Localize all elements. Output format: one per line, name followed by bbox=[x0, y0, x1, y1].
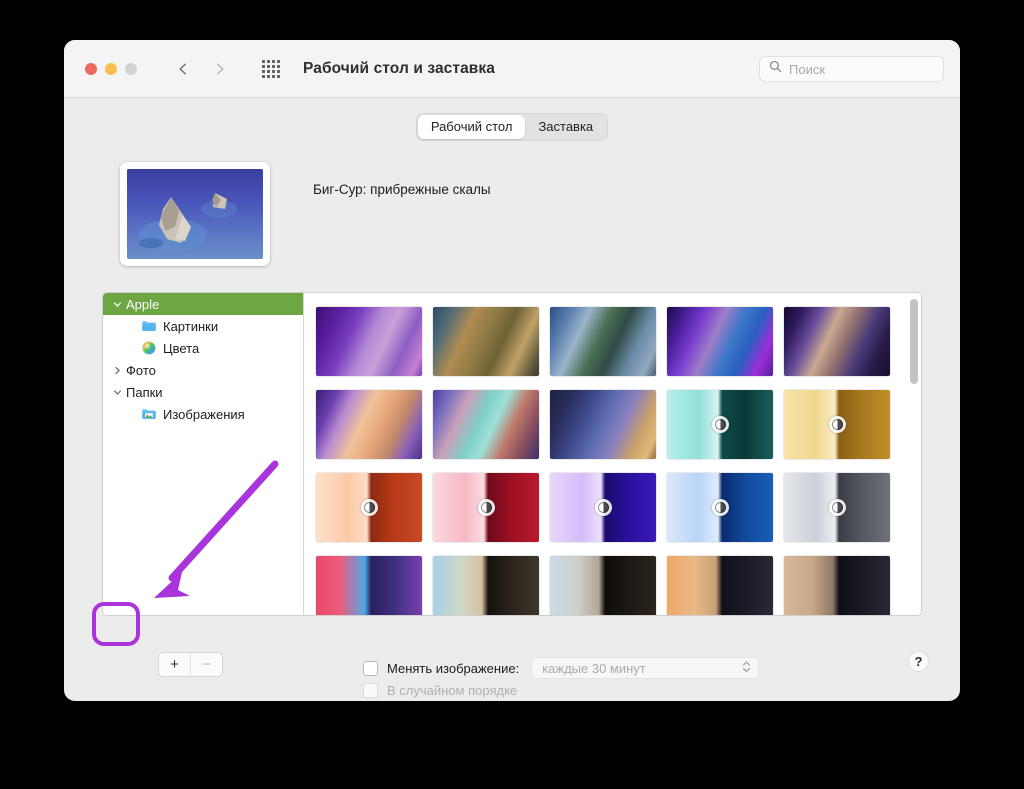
sidebar-item-label: Изображения bbox=[163, 406, 245, 422]
random-order-label: В случайном порядке bbox=[387, 682, 518, 698]
add-folder-button[interactable]: + bbox=[159, 653, 190, 676]
tab-bar: Рабочий стол Заставка bbox=[64, 98, 960, 155]
tab-desktop[interactable]: Рабочий стол bbox=[417, 114, 526, 139]
sidebar-item-images[interactable]: Изображения bbox=[103, 403, 303, 425]
wallpaper-thumbnail-big-sur-illustrated[interactable] bbox=[433, 390, 539, 459]
sidebar-item-apple[interactable]: Apple bbox=[103, 293, 303, 315]
wallpaper-thumbnail-monterey-graphic-purple[interactable] bbox=[316, 307, 422, 376]
navigation-arrows bbox=[176, 62, 227, 76]
dynamic-wallpaper-badge-icon bbox=[477, 499, 495, 516]
change-image-label: Менять изображение: bbox=[387, 660, 520, 676]
pictures-folder-icon bbox=[141, 406, 157, 422]
stepper-chevrons-icon bbox=[742, 659, 751, 677]
wallpaper-thumbnail-imac-green-dynamic[interactable] bbox=[667, 390, 773, 459]
interval-dropdown: каждые 30 минут bbox=[531, 657, 760, 679]
sidebar-item-folders[interactable]: Папки bbox=[103, 381, 303, 403]
color-wheel-icon bbox=[141, 340, 157, 356]
dynamic-wallpaper-badge-icon bbox=[360, 499, 378, 516]
wallpaper-grid bbox=[304, 293, 921, 615]
wallpaper-thumbnail-imac-silver-dynamic[interactable] bbox=[784, 473, 890, 542]
change-image-row: Менять изображение: каждые 30 минут bbox=[363, 657, 760, 679]
sidebar-item-colors[interactable]: Цвета bbox=[103, 337, 303, 359]
wallpaper-grid-container[interactable] bbox=[304, 293, 921, 615]
source-sidebar: Apple Картинки Цвета Фото Папки Изображе… bbox=[103, 293, 304, 615]
wallpaper-thumbnail-imac-blue-dynamic[interactable] bbox=[667, 473, 773, 542]
sidebar-item-label: Картинки bbox=[163, 318, 219, 334]
preview-image-big-sur-coastal-rocks bbox=[127, 169, 263, 259]
chevron-down-icon[interactable] bbox=[111, 300, 124, 309]
wallpaper-thumbnail-big-sur-graphic-sunrise[interactable] bbox=[316, 556, 422, 615]
wallpaper-thumbnail-big-sur-day-landscape[interactable] bbox=[433, 307, 539, 376]
wallpaper-thumbnail-catalina-coast[interactable] bbox=[550, 307, 656, 376]
dynamic-wallpaper-badge-icon bbox=[828, 416, 846, 433]
show-all-grid-icon[interactable] bbox=[262, 59, 280, 78]
dynamic-wallpaper-badge-icon bbox=[711, 416, 729, 433]
chevron-left-icon[interactable] bbox=[176, 62, 190, 76]
sidebar-item-pictures[interactable]: Картинки bbox=[103, 315, 303, 337]
wallpaper-options: Менять изображение: каждые 30 минут В сл… bbox=[363, 657, 760, 701]
segmented-control: Рабочий стол Заставка bbox=[415, 112, 609, 141]
current-wallpaper-preview: Биг-Сур: прибрежные скалы bbox=[120, 162, 491, 266]
dynamic-wallpaper-badge-icon bbox=[594, 499, 612, 516]
change-image-checkbox[interactable] bbox=[363, 660, 378, 676]
random-order-row: В случайном порядке bbox=[363, 679, 759, 701]
interval-value: каждые 30 минут bbox=[542, 660, 646, 676]
close-window-button[interactable] bbox=[85, 62, 97, 75]
preview-label: Биг-Сур: прибрежные скалы bbox=[313, 182, 491, 197]
window-titlebar: Рабочий стол и заставка Поиск bbox=[64, 40, 960, 98]
preview-frame[interactable] bbox=[120, 162, 270, 266]
page-title: Рабочий стол и заставка bbox=[303, 59, 496, 77]
wallpaper-thumbnail-white-sands-day[interactable] bbox=[433, 556, 539, 615]
sidebar-item-photos[interactable]: Фото bbox=[103, 359, 303, 381]
wallpaper-thumbnail-imac-red-dynamic[interactable] bbox=[433, 473, 539, 542]
traffic-lights bbox=[85, 62, 137, 75]
sidebar-item-label: Папки bbox=[126, 384, 163, 400]
wallpaper-thumbnail-imac-yellow-dynamic[interactable] bbox=[784, 390, 890, 459]
sidebar-item-label: Фото bbox=[126, 362, 156, 378]
scrollbar-thumb[interactable] bbox=[910, 299, 918, 384]
help-button[interactable]: ? bbox=[908, 651, 929, 672]
search-placeholder: Поиск bbox=[789, 61, 826, 77]
search-input[interactable]: Поиск bbox=[759, 56, 944, 82]
search-icon bbox=[769, 60, 782, 78]
chevron-right-icon[interactable] bbox=[111, 366, 124, 375]
sidebar-item-label: Apple bbox=[126, 296, 160, 312]
dynamic-wallpaper-badge-icon bbox=[711, 499, 729, 516]
chevron-right-icon[interactable] bbox=[213, 62, 227, 76]
sidebar-item-label: Цвета bbox=[163, 340, 200, 356]
wallpaper-thumbnail-monterey-mountain-night[interactable] bbox=[784, 556, 890, 615]
screen: Рабочий стол и заставка Поиск Рабочий ст… bbox=[0, 0, 1024, 789]
wallpaper-thumbnail-big-sur-dunes-evening[interactable] bbox=[667, 556, 773, 615]
wallpaper-browser-pane: Apple Картинки Цвета Фото Папки Изображе… bbox=[102, 292, 922, 616]
tab-screensaver[interactable]: Заставка bbox=[525, 115, 606, 139]
wallpaper-thumbnail-imac-orange-dynamic[interactable] bbox=[316, 473, 422, 542]
zoom-window-button bbox=[125, 62, 137, 75]
blue-folder-icon bbox=[141, 318, 157, 334]
grid-scrollbar[interactable] bbox=[910, 299, 918, 609]
wallpaper-thumbnail-monterey-night-gradient[interactable] bbox=[550, 390, 656, 459]
wallpaper-thumbnail-imac-purple-dynamic[interactable] bbox=[550, 473, 656, 542]
wallpaper-thumbnail-monterey-dark-canyon[interactable] bbox=[784, 307, 890, 376]
wallpaper-thumbnail-monterey-violet-cliffs[interactable] bbox=[667, 307, 773, 376]
system-preferences-window: Рабочий стол и заставка Поиск Рабочий ст… bbox=[64, 40, 960, 701]
add-remove-folder-buttons: + − bbox=[158, 652, 223, 677]
minimize-window-button[interactable] bbox=[105, 62, 117, 75]
wallpaper-thumbnail-monterey-desert-dunes[interactable] bbox=[316, 390, 422, 459]
random-order-checkbox bbox=[363, 682, 378, 698]
chevron-down-icon[interactable] bbox=[111, 388, 124, 397]
remove-folder-button: − bbox=[190, 653, 222, 676]
dynamic-wallpaper-badge-icon bbox=[828, 499, 846, 516]
wallpaper-thumbnail-white-sands-dusk[interactable] bbox=[550, 556, 656, 615]
